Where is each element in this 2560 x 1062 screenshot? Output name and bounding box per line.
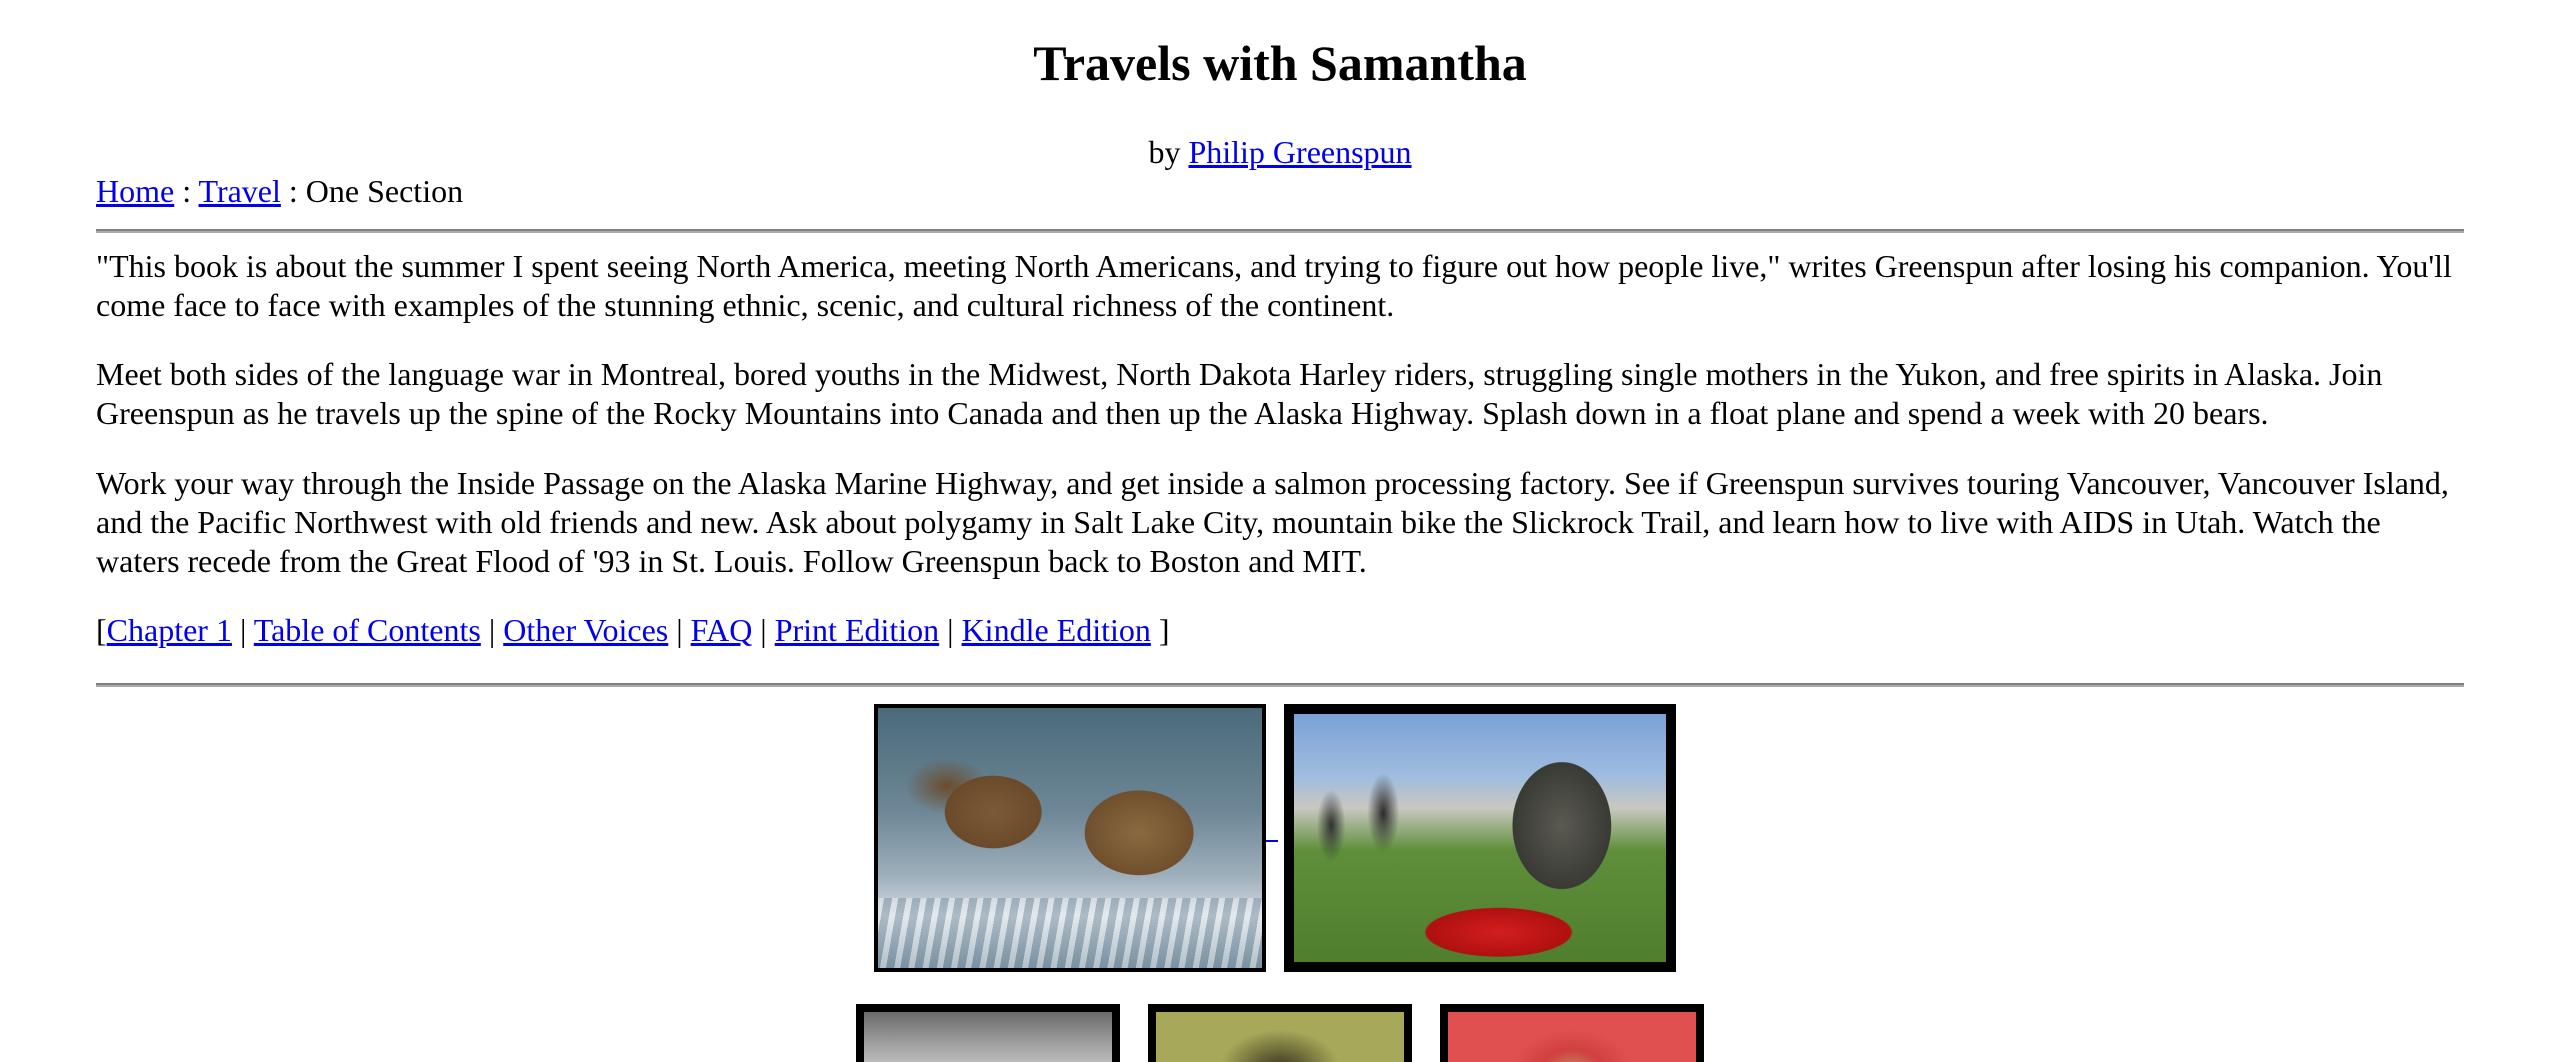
intro-paragraph: "This book is about the summer I spent s… (96, 248, 2452, 323)
nav-open-bracket: [ (96, 612, 107, 648)
nav-separator: | (939, 612, 962, 648)
author-link[interactable]: Philip Greenspun (1188, 134, 1411, 170)
breadcrumb-travel-link[interactable]: Travel (199, 173, 281, 209)
nav-separator: | (480, 612, 504, 648)
link-underline-gap (1266, 840, 1278, 842)
horizontal-rule (96, 683, 2464, 687)
breadcrumb-home-link[interactable]: Home (96, 173, 174, 209)
table-of-contents-link[interactable]: Table of Contents (254, 612, 481, 648)
nav-separator: | (752, 612, 775, 648)
breadcrumb-separator: : (280, 173, 306, 209)
intro-paragraph: Work your way through the Inside Passage… (96, 465, 2449, 579)
section-nav-links: [Chapter 1 | Table of Contents | Other V… (96, 611, 2466, 650)
other-voices-link[interactable]: Other Voices (503, 612, 668, 648)
thumbnail-photo-link[interactable] (1148, 1004, 1412, 1062)
nav-separator: | (231, 612, 254, 648)
byline-prefix: by (1148, 134, 1181, 170)
horizontal-rule (96, 229, 2464, 233)
kindle-edition-link[interactable]: Kindle Edition (962, 612, 1151, 648)
biker-photo-link[interactable] (1284, 704, 1676, 972)
bears-photo-link[interactable] (874, 704, 1266, 972)
chapter-1-link[interactable]: Chapter 1 (107, 612, 232, 648)
faq-link[interactable]: FAQ (691, 612, 753, 648)
nav-separator: | (668, 612, 691, 648)
page-title: Travels with Samantha (1033, 35, 1527, 91)
thumbnail-photo-link[interactable] (856, 1004, 1120, 1062)
intro-paragraph: Meet both sides of the language war in M… (96, 356, 2383, 431)
breadcrumb-current: One Section (305, 173, 464, 209)
thumbnail-photo-link[interactable] (1440, 1004, 1704, 1062)
nav-close-bracket: ] (1150, 612, 1170, 648)
byline: by Philip Greenspun (0, 133, 2560, 172)
breadcrumb-separator: : (174, 173, 199, 209)
breadcrumb: Home : Travel : One Section (96, 172, 463, 211)
print-edition-link[interactable]: Print Edition (775, 612, 939, 648)
